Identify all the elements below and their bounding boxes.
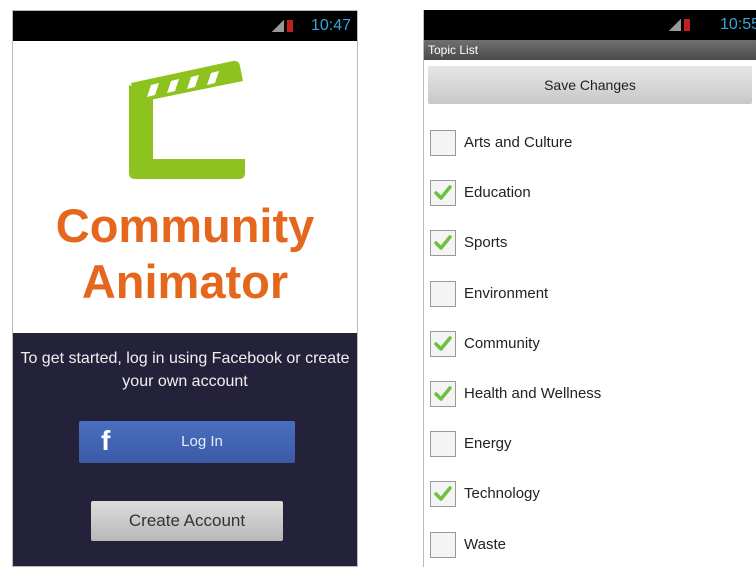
login-panel: To get started, log in using Facebook or… xyxy=(13,333,357,566)
topic-label: Technology xyxy=(464,485,540,503)
topic-item[interactable]: Sports xyxy=(424,218,756,268)
topic-label: Sports xyxy=(464,234,508,252)
topic-checkbox[interactable] xyxy=(430,280,456,307)
topic-item[interactable]: Environment xyxy=(424,269,756,319)
topic-checkbox[interactable] xyxy=(430,380,456,407)
topic-item[interactable]: Health and Wellness xyxy=(424,369,756,419)
topic-list: Arts and Culture Education Sports Enviro… xyxy=(424,118,756,567)
topic-label: Energy xyxy=(464,435,512,453)
battery-icon xyxy=(684,19,690,31)
topic-label: Education xyxy=(464,184,531,202)
topic-item[interactable]: Education xyxy=(424,168,756,218)
topic-item[interactable]: Arts and Culture xyxy=(424,118,756,168)
signal-icon xyxy=(272,20,284,32)
topic-checkbox[interactable] xyxy=(430,531,456,558)
logo-area: Community Animator xyxy=(13,41,357,333)
topic-label: Arts and Culture xyxy=(464,134,573,151)
topic-checkbox[interactable] xyxy=(430,330,456,357)
topic-label: Environment xyxy=(464,284,549,302)
topic-checkbox[interactable] xyxy=(430,481,456,508)
signal-icon xyxy=(669,19,681,31)
topic-list-screen: 10:55 Topic List Save Changes Arts and C… xyxy=(423,10,756,567)
checkmark-icon xyxy=(434,185,452,200)
topic-item[interactable]: Technology xyxy=(424,469,756,519)
checkmark-icon xyxy=(434,486,452,502)
status-bar: 10:55 xyxy=(424,10,756,40)
status-time: 10:47 xyxy=(310,17,351,34)
facebook-login-button[interactable]: f Log In xyxy=(79,421,295,463)
checkmark-icon xyxy=(434,386,452,401)
topic-checkbox[interactable] xyxy=(430,230,456,257)
status-time: 10:55 xyxy=(719,16,756,33)
topic-item[interactable]: Energy xyxy=(424,419,756,469)
battery-icon xyxy=(287,20,293,32)
topic-label: Community xyxy=(464,334,540,352)
intro-text: To get started, log in using Facebook or… xyxy=(20,350,350,390)
topic-item[interactable]: Community xyxy=(424,319,756,369)
topic-checkbox[interactable] xyxy=(430,431,456,458)
clapperboard-logo-icon xyxy=(129,60,245,179)
topic-checkbox[interactable] xyxy=(430,130,456,156)
status-bar: 10:47 xyxy=(13,11,357,41)
topic-label: Waste xyxy=(464,535,506,553)
screen-title: Topic List xyxy=(424,40,756,60)
save-changes-button[interactable]: Save Changes xyxy=(428,66,752,104)
app-title-line1: Community xyxy=(55,199,315,252)
topic-label: Health and Wellness xyxy=(464,384,602,402)
topic-checkbox[interactable] xyxy=(430,180,456,207)
checkmark-icon xyxy=(434,336,452,351)
checkmark-icon xyxy=(434,235,452,251)
app-title-line2: Animator xyxy=(81,255,289,308)
create-account-button[interactable]: Create Account xyxy=(91,501,283,541)
login-screen: 10:47 Community Animator To get started,… xyxy=(12,10,358,567)
facebook-login-label: Log In xyxy=(181,433,223,450)
topic-item[interactable]: Waste xyxy=(424,520,756,567)
